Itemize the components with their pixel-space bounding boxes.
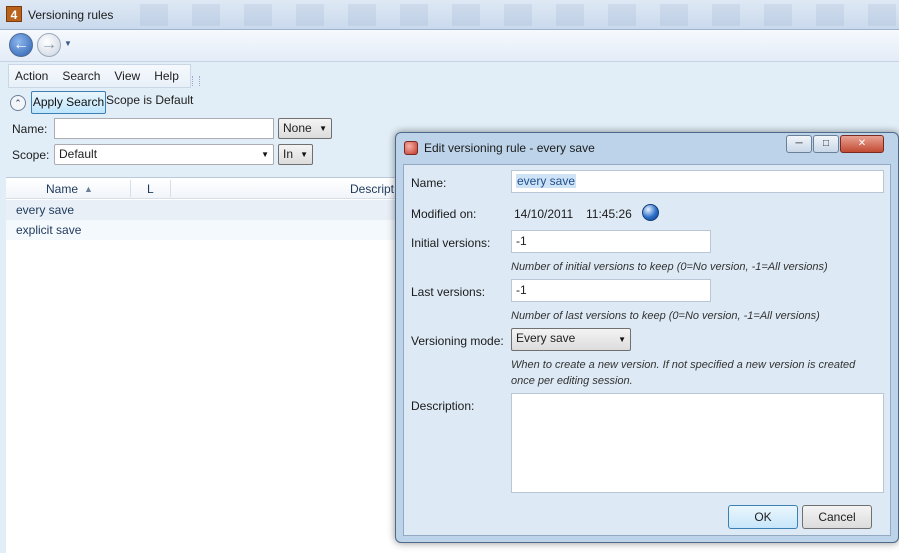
close-icon[interactable]: ✕: [840, 135, 884, 153]
navigation-bar: ← → ▼: [0, 30, 899, 62]
scope-value: Default: [59, 147, 98, 161]
name-input[interactable]: [54, 118, 274, 139]
modified-label: Modified on:: [411, 207, 477, 221]
collapse-chevron-icon[interactable]: ⌃: [10, 95, 26, 111]
chevron-down-icon: ▼: [319, 124, 327, 133]
column-separator[interactable]: [130, 180, 131, 197]
modified-date: 14/10/2011: [514, 207, 574, 221]
scope-select[interactable]: Default ▼: [54, 144, 274, 165]
edit-rule-dialog: Edit versioning rule - every save ─ □ ✕ …: [395, 132, 899, 543]
app-icon: 4: [6, 6, 22, 22]
versioning-mode-label: Versioning mode:: [411, 334, 504, 348]
versioning-mode-value: Every save: [516, 331, 576, 345]
window-titlebar: 4 Versioning rules: [0, 0, 899, 30]
rule-name-input[interactable]: every save: [511, 170, 884, 193]
scope-match-select[interactable]: In ▼: [278, 144, 313, 165]
chevron-down-icon: ▼: [618, 335, 626, 344]
modified-time: 11:45:26: [586, 207, 632, 221]
forward-arrow-icon[interactable]: →: [37, 33, 61, 57]
description-textarea[interactable]: [511, 393, 884, 493]
cancel-button[interactable]: Cancel: [802, 505, 872, 529]
minimize-icon[interactable]: ─: [786, 135, 812, 153]
column-header-description[interactable]: Descript: [350, 182, 394, 196]
back-arrow-icon[interactable]: ←: [9, 33, 33, 57]
dialog-body: Name: every save Modified on: 14/10/2011…: [403, 164, 891, 536]
globe-icon[interactable]: [642, 204, 659, 221]
versioning-mode-hint-line-1: When to create a new version. If not spe…: [511, 359, 856, 371]
last-versions-label: Last versions:: [411, 285, 486, 299]
name-label: Name:: [12, 122, 48, 136]
column-separator[interactable]: [170, 180, 171, 197]
last-versions-input[interactable]: -1: [511, 279, 711, 302]
row-name: every save: [16, 203, 75, 217]
description-label: Description:: [411, 399, 475, 413]
apply-search-button[interactable]: Apply Search: [31, 91, 106, 114]
initial-versions-hint: Number of initial versions to keep (0=No…: [511, 261, 828, 273]
chevron-down-icon: ▼: [300, 150, 308, 159]
scope-label: Scope:: [12, 148, 50, 162]
background-toolbar: [140, 4, 899, 26]
maximize-icon[interactable]: □: [813, 135, 839, 153]
last-versions-hint: Number of last versions to keep (0=No ve…: [511, 310, 820, 322]
name-match-select[interactable]: None ▼: [278, 118, 332, 139]
initial-versions-label: Initial versions:: [411, 236, 491, 250]
scope-match-value: In: [283, 147, 294, 161]
menu-bar: Action Search View Help: [8, 64, 191, 88]
scope-note: Scope is Default: [106, 93, 194, 107]
name-match-value: None: [283, 121, 312, 135]
column-header-name[interactable]: Name: [46, 182, 78, 196]
ok-button[interactable]: OK: [728, 505, 798, 529]
rule-icon: [404, 141, 418, 155]
chevron-down-icon: ▼: [261, 150, 269, 159]
menu-help[interactable]: Help: [154, 69, 179, 83]
versioning-mode-select[interactable]: Every save ▼: [511, 328, 631, 351]
row-name: explicit save: [16, 223, 82, 237]
menu-view[interactable]: View: [114, 69, 140, 83]
menu-action[interactable]: Action: [15, 69, 48, 83]
rule-name-label: Name:: [411, 176, 447, 190]
rule-name-value: every save: [516, 174, 577, 188]
versioning-mode-hint-line-2: once per editing session.: [511, 375, 633, 387]
menu-search[interactable]: Search: [62, 69, 100, 83]
column-header-l[interactable]: L: [147, 182, 154, 196]
initial-versions-input[interactable]: -1: [511, 230, 711, 253]
dialog-title: Edit versioning rule - every save: [424, 141, 595, 155]
history-dropdown-icon[interactable]: ▼: [64, 39, 72, 48]
sort-ascending-icon: ▲: [84, 184, 93, 194]
toolbar-grip-icon[interactable]: [192, 76, 200, 86]
window-title: Versioning rules: [28, 8, 114, 22]
